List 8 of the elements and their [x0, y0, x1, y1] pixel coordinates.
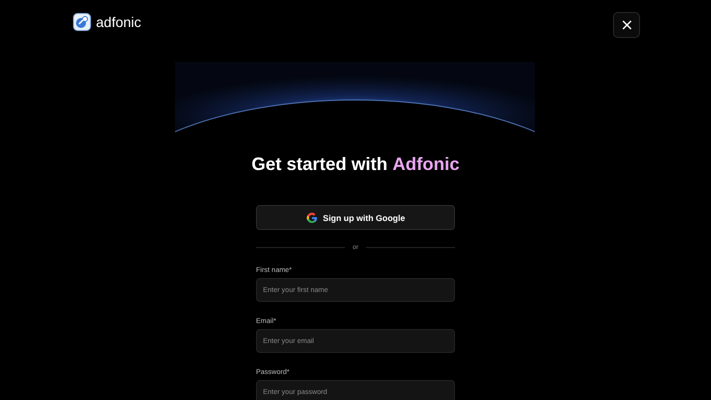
google-icon — [306, 212, 318, 224]
logo-text: adfonic — [96, 14, 142, 30]
close-icon — [622, 20, 632, 30]
close-button[interactable] — [613, 12, 640, 38]
brand-name: Adfonic — [392, 154, 460, 175]
google-signup-button[interactable]: Sign up with Google — [256, 205, 455, 230]
page-title: Get started with — [251, 154, 388, 175]
logo-icon — [73, 13, 91, 31]
